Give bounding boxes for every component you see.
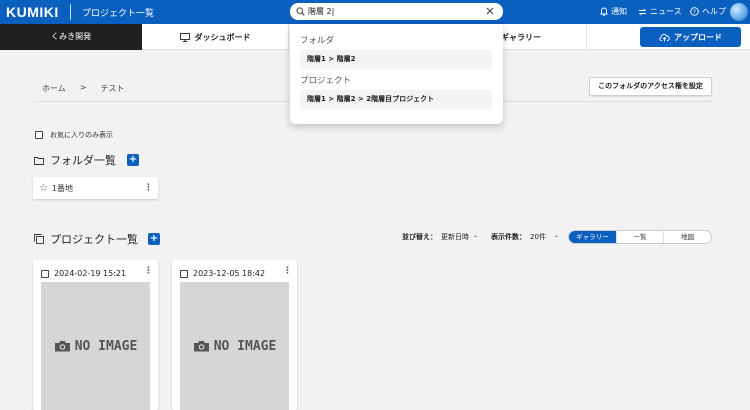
- search-icon: [296, 7, 305, 16]
- project-thumbnail[interactable]: NO IMAGE: [41, 282, 150, 410]
- page-size-value[interactable]: 20件: [530, 232, 546, 242]
- view-gallery-button[interactable]: ギャラリー: [569, 231, 616, 243]
- favorites-checkbox[interactable]: [35, 131, 43, 139]
- search-suggestions: フォルダ 階層1 > 階層2 プロジェクト 階層1 > 階層2 > 2階層目プロ…: [290, 24, 503, 124]
- help-label: ヘルプ: [702, 7, 726, 16]
- bell-icon: [600, 7, 608, 16]
- search-box: [290, 3, 503, 20]
- monitor-icon: [179, 32, 190, 42]
- star-icon[interactable]: ☆: [39, 183, 48, 194]
- folder-name: 1番地: [51, 183, 74, 193]
- projects-icon: [34, 234, 44, 244]
- sort-value[interactable]: 更新日時: [441, 232, 469, 242]
- favorites-label: お気に入りのみ表示: [50, 131, 113, 139]
- project-thumbnail[interactable]: NO IMAGE: [180, 282, 289, 410]
- breadcrumb-current: テスト: [100, 84, 125, 93]
- tab-dashboard-label: ダッシュボード: [194, 32, 251, 42]
- news-label: ニュース: [650, 7, 682, 16]
- project-section-title: プロジェクト一覧: [50, 233, 138, 246]
- kebab-menu-icon[interactable]: ⋮: [144, 183, 153, 193]
- notify-link[interactable]: 通知: [600, 6, 627, 17]
- header-divider: [70, 4, 71, 20]
- folder-section-title: フォルダ一覧: [50, 154, 116, 167]
- favorites-filter[interactable]: お気に入りのみ表示: [35, 130, 113, 140]
- svg-text:?: ?: [693, 10, 696, 16]
- project-section-header: プロジェクト一覧 +: [34, 231, 160, 247]
- swap-icon: [638, 8, 647, 15]
- project-checkbox[interactable]: [180, 269, 188, 278]
- app-logo[interactable]: KUMIKI: [6, 4, 59, 20]
- page-title: プロジェクト一覧: [82, 9, 155, 19]
- suggestion-folder-heading: フォルダ: [300, 36, 335, 46]
- help-link[interactable]: ? ヘルプ: [690, 6, 726, 17]
- kebab-menu-icon[interactable]: ⋮: [144, 266, 153, 276]
- project-card[interactable]: 2024-02-19 15:21 ⋮ NO IMAGE: [33, 260, 158, 410]
- close-icon[interactable]: [485, 6, 495, 16]
- help-icon: ?: [690, 7, 699, 16]
- breadcrumb-separator: >: [79, 83, 87, 92]
- folder-card[interactable]: ☆ 1番地 ⋮: [33, 177, 158, 199]
- view-list-button[interactable]: 一覧: [615, 231, 664, 243]
- kebab-menu-icon[interactable]: ⋮: [283, 266, 292, 276]
- tab-kumiki-dev[interactable]: くみき開発: [0, 24, 142, 50]
- chevron-down-icon: ⌄: [473, 232, 479, 239]
- project-date: 2024-02-19 15:21: [54, 269, 127, 278]
- add-folder-button[interactable]: +: [127, 154, 139, 166]
- project-card-header: 2024-02-19 15:21: [41, 269, 126, 278]
- suggestion-project-item[interactable]: 階層1 > 階層2 > 2階層目プロジェクト: [300, 90, 492, 109]
- news-link[interactable]: ニュース: [638, 6, 682, 17]
- suggestion-project-heading: プロジェクト: [300, 76, 352, 86]
- project-date: 2023-12-05 18:42: [193, 269, 266, 278]
- suggestion-folder-item[interactable]: 階層1 > 階層2: [300, 50, 492, 69]
- upload-label: アップロード: [674, 32, 722, 42]
- project-checkbox[interactable]: [41, 269, 49, 278]
- folder-section-header: フォルダ一覧 +: [34, 152, 139, 168]
- upload-button[interactable]: アップロード: [640, 27, 741, 47]
- breadcrumb-home[interactable]: ホーム: [42, 83, 66, 94]
- notify-label: 通知: [611, 7, 627, 16]
- camera-icon: [193, 341, 209, 352]
- page-size-control[interactable]: 表示件数： 20件 ⌄: [491, 232, 559, 242]
- breadcrumb: ホーム > テスト: [42, 83, 124, 94]
- search-input[interactable]: [308, 7, 478, 16]
- cloud-upload-icon: [659, 33, 670, 41]
- tab-gallery-label: ギャラリー: [501, 32, 541, 42]
- sort-control[interactable]: 並び替え： 更新日時 ⌄: [402, 232, 478, 242]
- avatar[interactable]: [730, 3, 748, 21]
- view-map-button[interactable]: 地図: [663, 231, 711, 243]
- no-image-label: NO IMAGE: [213, 338, 277, 354]
- page-size-label: 表示件数：: [491, 233, 526, 241]
- chevron-down-icon: ⌄: [553, 232, 559, 239]
- add-project-button[interactable]: +: [148, 233, 160, 245]
- no-image-label: NO IMAGE: [74, 338, 138, 354]
- project-card-header: 2023-12-05 18:42: [180, 269, 265, 278]
- tab-dashboard[interactable]: ダッシュボード: [142, 24, 289, 50]
- camera-icon: [54, 341, 70, 352]
- sort-label: 並び替え：: [402, 233, 437, 241]
- view-toggle: ギャラリー 一覧 地図: [568, 230, 712, 244]
- project-card[interactable]: 2023-12-05 18:42 ⋮ NO IMAGE: [172, 260, 297, 410]
- folder-icon: [34, 156, 44, 165]
- folder-access-button[interactable]: このフォルダのアクセス権を設定: [589, 77, 712, 96]
